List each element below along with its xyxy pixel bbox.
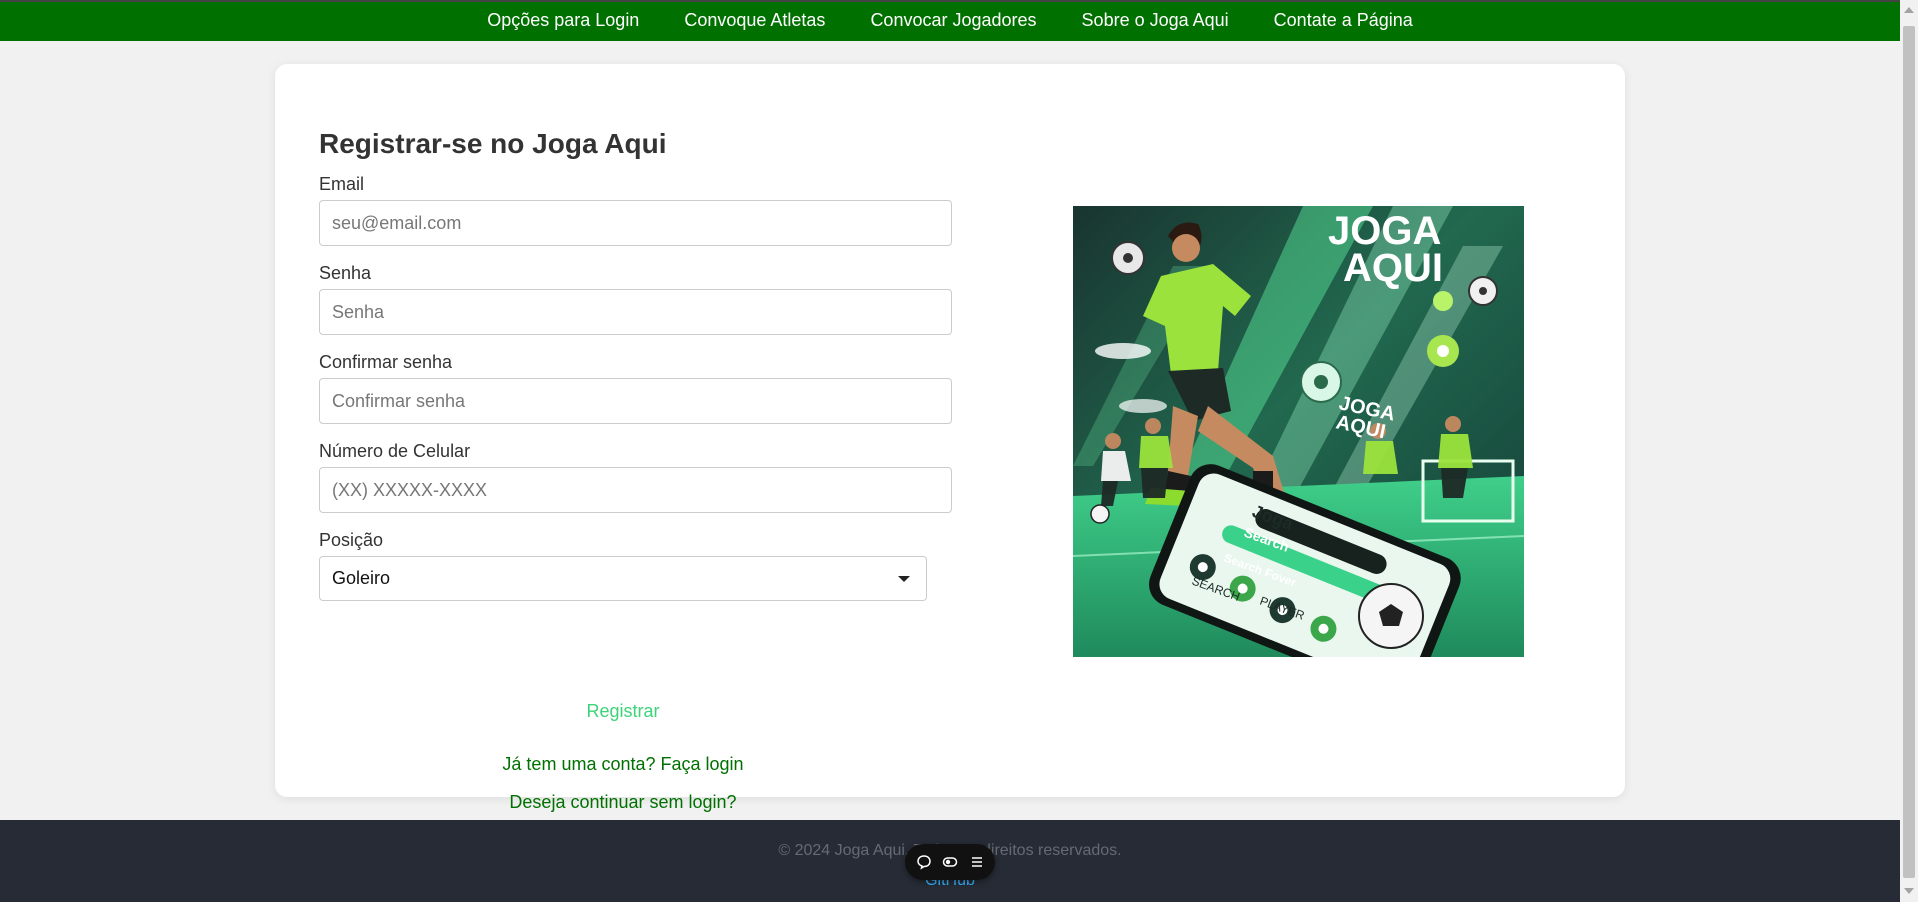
position-selected-value: Goleiro (332, 568, 391, 588)
login-link[interactable]: Já tem uma conta? Faça login (319, 754, 927, 775)
email-label: Email (319, 174, 365, 194)
continue-without-login-link[interactable]: Deseja continuar sem login? (319, 792, 927, 813)
vertical-scrollbar[interactable] (1900, 0, 1918, 902)
hero-logo-line2: AQUI (1343, 246, 1443, 290)
top-navigation: Opções para Login Convoque Atletas Convo… (0, 2, 1900, 41)
hero-illustration: JOGA AQUI JOGA AQUI Joga Search Search F… (1073, 206, 1524, 657)
register-button[interactable]: Registrar (319, 701, 927, 722)
chevron-down-icon (898, 576, 910, 582)
scrollbar-thumb[interactable] (1903, 26, 1915, 878)
confirm-password-input[interactable] (319, 378, 952, 424)
phone-label: Número de Celular (319, 441, 471, 461)
nav-login-options[interactable]: Opções para Login (487, 10, 639, 31)
email-input[interactable] (319, 200, 952, 246)
menu-icon[interactable] (969, 854, 985, 870)
position-select[interactable]: Goleiro (319, 556, 927, 601)
register-card: Registrar-se no Joga Aqui Email Senha Co… (275, 64, 1625, 812)
confirm-password-label: Confirmar senha (319, 352, 453, 372)
toggle-icon[interactable] (942, 854, 958, 870)
nav-about[interactable]: Sobre o Joga Aqui (1082, 10, 1229, 31)
nav-contact[interactable]: Contate a Página (1274, 10, 1413, 31)
nav-convoke-athletes[interactable]: Convoque Atletas (684, 10, 825, 31)
nav-call-players[interactable]: Convocar Jogadores (870, 10, 1036, 31)
scroll-down-arrow-icon[interactable] (1904, 888, 1914, 894)
scroll-up-arrow-icon[interactable] (1904, 7, 1914, 13)
password-input[interactable] (319, 289, 952, 335)
phone-input[interactable] (319, 467, 952, 513)
page-title: Registrar-se no Joga Aqui (319, 128, 667, 159)
position-label: Posição (319, 530, 384, 550)
password-label: Senha (319, 263, 372, 283)
floating-toolbar (905, 844, 995, 880)
chat-bubble-icon[interactable] (916, 854, 932, 870)
